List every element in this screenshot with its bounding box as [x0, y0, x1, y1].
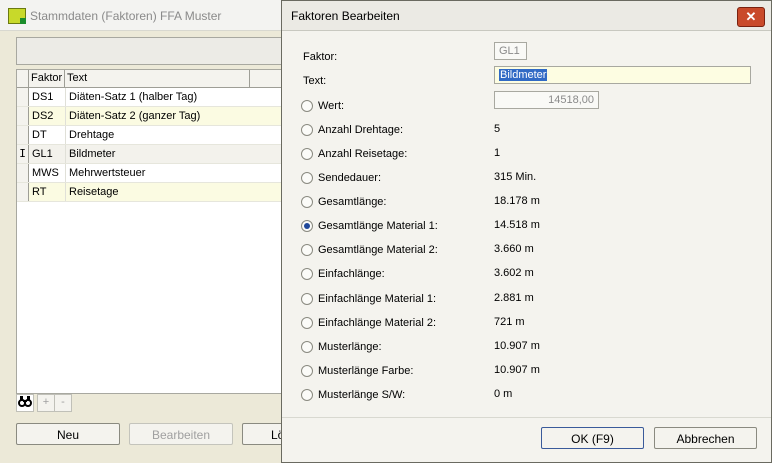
value-anzahl-reisetage: 1 [494, 147, 501, 159]
radio-anzahl-drehtage[interactable] [301, 124, 313, 136]
filter-panel [16, 37, 298, 65]
radio-musterlaenge-sw[interactable] [301, 389, 313, 401]
column-header-faktor[interactable]: Faktor [29, 70, 65, 87]
row-indicator [17, 126, 29, 144]
value-einfachlaenge-material-1: 2.881 m [494, 292, 534, 304]
radio-gesamtlaenge[interactable] [301, 196, 313, 208]
label-einfachlaenge: Einfachlänge: [318, 268, 385, 280]
label-musterlaenge-sw: Musterlänge S/W: [318, 389, 406, 401]
cell-text: Drehtage [65, 126, 250, 144]
row-indicator [17, 88, 29, 106]
faktoren-grid[interactable]: Faktor Text DS1 Diäten-Satz 1 (halber Ta… [16, 69, 298, 394]
label-einfachlaenge-material-1: Einfachlänge Material 1: [318, 293, 437, 305]
neu-button-label: Neu [56, 428, 79, 442]
row-indicator [17, 183, 29, 201]
dialog-titlebar: Faktoren Bearbeiten ✕ [282, 1, 771, 31]
label-wert: Wert: [318, 100, 345, 112]
value-einfachlaenge: 3.602 m [494, 267, 534, 279]
table-row-selected[interactable]: I GL1 Bildmeter [17, 145, 297, 164]
radio-sendedauer[interactable] [301, 172, 313, 184]
ok-button[interactable]: OK (F9) [541, 427, 644, 449]
cell-text: Bildmeter [65, 145, 250, 163]
value-gesamtlaenge: 18.178 m [494, 195, 540, 207]
radio-musterlaenge[interactable] [301, 341, 313, 353]
label-einfachlaenge-material-2: Einfachlänge Material 2: [318, 317, 437, 329]
table-row[interactable]: RT Reisetage [17, 183, 297, 202]
value-anzahl-drehtage: 5 [494, 123, 501, 135]
table-row[interactable]: DS2 Diäten-Satz 2 (ganzer Tag) [17, 107, 297, 126]
app-icon [8, 8, 26, 24]
radio-musterlaenge-farbe[interactable] [301, 365, 313, 377]
radio-einfachlaenge-material-2[interactable] [301, 317, 313, 329]
cell-faktor: RT [32, 186, 47, 198]
find-binoculars-icon[interactable] [16, 394, 34, 412]
table-row[interactable]: MWS Mehrwertsteuer [17, 164, 297, 183]
radio-anzahl-reisetage[interactable] [301, 148, 313, 160]
dialog-title: Faktoren Bearbeiten [291, 9, 400, 23]
row-indicator [17, 107, 29, 125]
label-sendedauer: Sendedauer: [318, 172, 381, 184]
row-indicator [17, 164, 29, 182]
value-musterlaenge-farbe: 10.907 m [494, 364, 540, 376]
value-einfachlaenge-material-2: 721 m [494, 316, 525, 328]
label-musterlaenge-farbe: Musterlänge Farbe: [318, 365, 414, 377]
text-field[interactable]: Bildmeter [494, 66, 751, 84]
abbrechen-button-label: Abbrechen [676, 432, 735, 446]
radio-gesamtlaenge-material-2[interactable] [301, 244, 313, 256]
radio-einfachlaenge[interactable] [301, 268, 313, 280]
value-sendedauer: 315 Min. [494, 171, 537, 183]
value-musterlaenge-sw: 0 m [494, 388, 513, 400]
grid-header: Faktor Text [17, 70, 297, 88]
faktor-label: Faktor: [303, 51, 338, 63]
cell-faktor: MWS [32, 167, 59, 179]
text-field-value: Bildmeter [499, 69, 548, 81]
value-gesamtlaenge-material-2: 3.660 m [494, 243, 534, 255]
cell-faktor: DS1 [32, 91, 54, 103]
label-anzahl-drehtage: Anzahl Drehtage: [318, 124, 403, 136]
text-label: Text: [303, 75, 327, 87]
header-indicator [17, 70, 29, 87]
label-anzahl-reisetage: Anzahl Reisetage: [318, 148, 408, 160]
cell-text: Reisetage [65, 183, 250, 201]
bearbeiten-button-label: Bearbeiten [151, 428, 211, 442]
cell-faktor: DT [32, 129, 47, 141]
faktor-field[interactable]: GL1 [494, 42, 527, 60]
cell-text: Diäten-Satz 2 (ganzer Tag) [65, 107, 250, 125]
cell-faktor: DS2 [32, 110, 54, 122]
table-row[interactable]: DT Drehtage [17, 126, 297, 145]
window-title: Stammdaten (Faktoren) FFA Muster [30, 9, 222, 23]
value-musterlaenge: 10.907 m [494, 340, 540, 352]
remove-row-button[interactable]: - [54, 394, 72, 412]
radio-gesamtlaenge-material-1[interactable] [301, 220, 313, 232]
cell-text: Mehrwertsteuer [65, 164, 250, 182]
close-icon[interactable]: ✕ [737, 7, 765, 27]
label-musterlaenge: Musterlänge: [318, 341, 382, 353]
dialog-separator [282, 417, 771, 418]
cell-faktor: GL1 [32, 148, 53, 160]
abbrechen-button[interactable]: Abbrechen [654, 427, 757, 449]
cell-text: Diäten-Satz 1 (halber Tag) [65, 88, 250, 106]
ok-button-label: OK (F9) [571, 432, 614, 446]
radio-einfachlaenge-material-1[interactable] [301, 293, 313, 305]
radio-wert[interactable] [301, 100, 313, 112]
neu-button[interactable]: Neu [16, 423, 120, 445]
bearbeiten-button[interactable]: Bearbeiten [129, 423, 233, 445]
label-gesamtlaenge-material-2: Gesamtlänge Material 2: [318, 244, 438, 256]
value-gesamtlaenge-material-1: 14.518 m [494, 219, 540, 231]
label-gesamtlaenge: Gesamtlänge: [318, 196, 387, 208]
column-header-text[interactable]: Text [65, 70, 250, 87]
faktoren-bearbeiten-dialog: Faktoren Bearbeiten ✕ Faktor: GL1 Text: … [281, 0, 772, 463]
wert-field[interactable]: 14518,00 [494, 91, 599, 109]
add-row-button[interactable]: + [37, 394, 55, 412]
table-row[interactable]: DS1 Diäten-Satz 1 (halber Tag) [17, 88, 297, 107]
row-indicator-current: I [17, 145, 29, 163]
label-gesamtlaenge-material-1: Gesamtlänge Material 1: [318, 220, 438, 232]
